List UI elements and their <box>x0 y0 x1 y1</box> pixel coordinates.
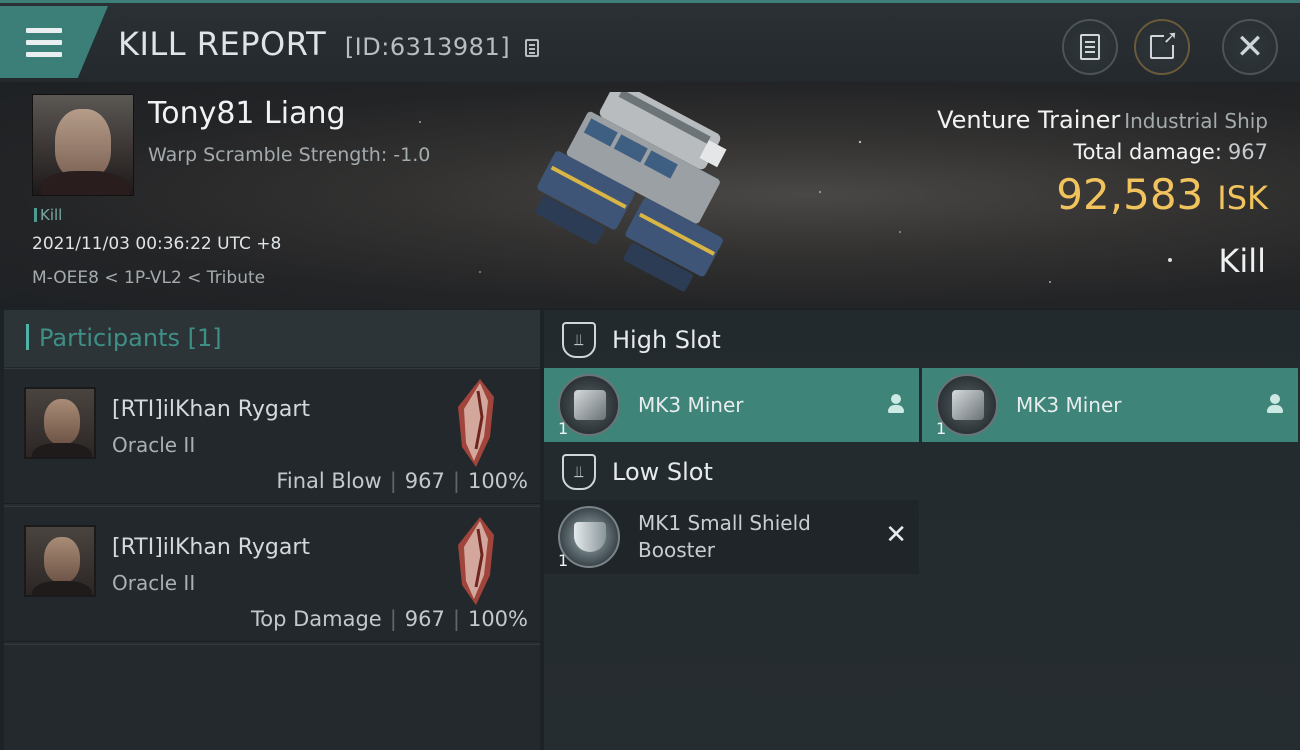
ship-class: Industrial Ship <box>1124 109 1268 133</box>
module-name: MK3 Miner <box>1016 393 1122 417</box>
total-damage-value: 967 <box>1227 140 1268 164</box>
menu-icon <box>26 28 62 58</box>
pilot-icon <box>1266 394 1284 414</box>
module-name-line2: Booster <box>638 538 715 562</box>
menu-button[interactable] <box>0 6 108 78</box>
total-damage-label: Total damage: <box>1073 140 1222 164</box>
participant-damage: 967 <box>404 607 445 631</box>
participant-row[interactable]: [RTI]ilKhan Rygart Oracle II Top Damage |… <box>4 506 540 642</box>
participant-percent: 100% <box>467 607 528 631</box>
page-title: KILL REPORT [ID:6313981] <box>118 25 539 63</box>
module-name-line1: MK1 Small Shield <box>638 511 811 535</box>
module-quantity: 1 <box>558 551 569 570</box>
total-damage: Total damage: 967 <box>1073 140 1268 164</box>
report-icon <box>1080 34 1100 60</box>
participant-avatar[interactable] <box>24 387 96 459</box>
kill-location: M-OEE8 < 1P-VL2 < Tribute <box>32 268 266 288</box>
participant-stats: Final Blow | 967 | 100% <box>276 469 528 493</box>
participant-damage: 967 <box>404 469 445 493</box>
high-slot-header: ⫫ High Slot <box>562 322 721 358</box>
low-slot-module[interactable]: 1 MK1 Small Shield Booster ✕ <box>544 500 919 574</box>
participant-stats: Top Damage | 967 | 100% <box>250 607 528 631</box>
kill-tag: Kill <box>34 206 62 224</box>
victim-name[interactable]: Tony81 Liang <box>148 96 346 131</box>
close-icon: ✕ <box>1235 27 1265 67</box>
low-slot-title: Low Slot <box>612 458 713 486</box>
ship-name-text: Venture Trainer <box>937 106 1121 134</box>
module-quantity: 1 <box>558 419 569 438</box>
share-icon <box>1150 27 1178 59</box>
module-name: MK3 Miner <box>638 393 744 417</box>
participant-ship: Oracle II <box>112 433 196 457</box>
participant-name: [RTI]ilKhan Rygart <box>112 535 311 560</box>
participant-row[interactable]: [RTI]ilKhan Rygart Oracle II Final Blow |… <box>4 368 540 504</box>
high-slot-module[interactable]: 1 MK3 Miner <box>544 368 919 442</box>
copy-icon[interactable] <box>524 39 539 57</box>
isk-unit: ISK <box>1217 179 1268 217</box>
participants-panel: Participants [1] [RTI]ilKhan Rygart Orac… <box>4 310 540 750</box>
share-button[interactable] <box>1134 19 1190 75</box>
participant-name: [RTI]ilKhan Rygart <box>112 397 311 422</box>
participant-ship: Oracle II <box>112 571 196 595</box>
participants-header: Participants [1] <box>4 310 540 368</box>
isk-value: 92,583 ISK <box>1056 170 1268 219</box>
participants-title: Participants <box>39 324 180 352</box>
report-id: [ID:6313981] <box>344 33 511 61</box>
participants-count: [1] <box>187 324 222 352</box>
slot-shield-icon: ⫫ <box>562 322 596 358</box>
close-button[interactable]: ✕ <box>1222 19 1278 75</box>
top-bar: KILL REPORT [ID:6313981] ✕ <box>0 0 1300 82</box>
participants-empty-area <box>4 644 540 750</box>
participant-avatar[interactable] <box>24 525 96 597</box>
participant-percent: 100% <box>467 469 528 493</box>
kill-datetime: 2021/11/03 00:36:22 UTC +8 <box>32 234 282 254</box>
high-slot-title: High Slot <box>612 326 721 354</box>
result-label: Kill <box>1218 242 1266 280</box>
participant-role: Final Blow <box>276 469 382 493</box>
participant-ship-image[interactable] <box>450 377 500 469</box>
module-name: MK1 Small Shield Booster <box>638 510 811 564</box>
title-text: KILL REPORT <box>118 25 327 63</box>
victim-portrait[interactable] <box>32 94 134 196</box>
low-slot-header: ⫫ Low Slot <box>562 454 713 490</box>
module-quantity: 1 <box>936 419 947 438</box>
victim-ship-name[interactable]: Venture Trainer Industrial Ship <box>937 106 1268 134</box>
participant-role: Top Damage <box>250 607 382 631</box>
pilot-icon <box>887 394 905 414</box>
isk-amount: 92,583 <box>1056 170 1204 219</box>
slot-shield-icon: ⫫ <box>562 454 596 490</box>
participant-ship-image[interactable] <box>450 515 500 607</box>
warp-scramble-strength: Warp Scramble Strength: -1.0 <box>148 144 431 166</box>
fitting-panel: ⫫ High Slot 1 MK3 Miner 1 MK3 Miner ⫫ Lo… <box>544 310 1300 750</box>
high-slot-module[interactable]: 1 MK3 Miner <box>922 368 1298 442</box>
report-button[interactable] <box>1062 19 1118 75</box>
destroyed-icon: ✕ <box>885 520 907 550</box>
victim-ship-image[interactable] <box>526 92 786 302</box>
